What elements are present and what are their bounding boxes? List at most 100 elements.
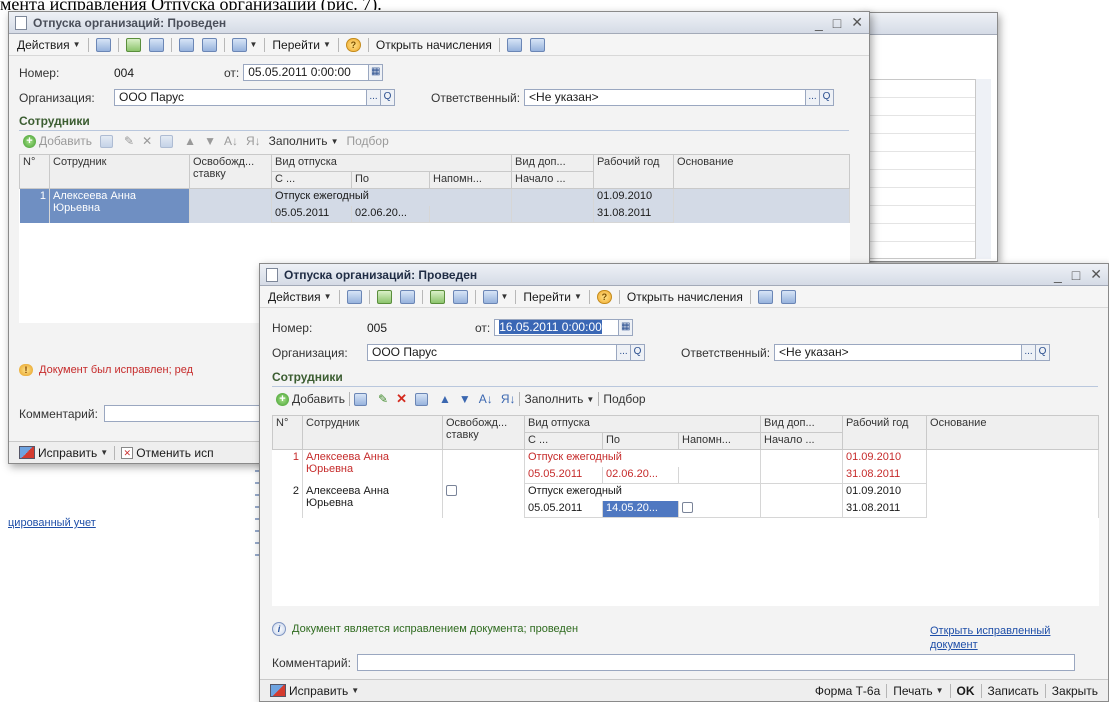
ok-button[interactable]: OK bbox=[951, 684, 981, 698]
based-on-button[interactable] bbox=[175, 37, 198, 53]
close-form-button[interactable]: Закрыть bbox=[1046, 684, 1104, 698]
delete-row-button[interactable]: ✕ bbox=[138, 134, 156, 148]
row-year-start[interactable]: 01.09.2010 bbox=[593, 188, 675, 206]
organization-field[interactable]: ООО Парус bbox=[367, 344, 617, 361]
goto-menu[interactable]: Перейти ▼ bbox=[268, 37, 334, 53]
table-row[interactable]: 2 Алексеева Анна Юрьевна Отпуск ежегодны… bbox=[272, 483, 1100, 518]
calendar-icon[interactable]: ▦ bbox=[619, 319, 634, 336]
number-field[interactable]: 004 bbox=[114, 66, 224, 80]
pick-button[interactable]: Подбор bbox=[599, 392, 649, 406]
release-checkbox[interactable] bbox=[446, 485, 457, 497]
row-employee[interactable]: Алексеева Анна Юрьевна bbox=[302, 449, 443, 484]
select-button[interactable]: ... bbox=[367, 89, 381, 106]
column-header-basis[interactable]: Основание bbox=[673, 154, 851, 189]
edit-row-button[interactable]: ✎ bbox=[120, 134, 138, 148]
column-header-release[interactable]: Освобожд... ставку bbox=[442, 415, 525, 450]
row-to[interactable]: 02.06.20... bbox=[351, 205, 430, 223]
remind-checkbox[interactable] bbox=[682, 502, 693, 514]
row-extra[interactable] bbox=[760, 449, 844, 467]
minimize-button[interactable]: _ bbox=[1054, 267, 1062, 283]
row-year-end[interactable]: 31.08.2011 bbox=[842, 466, 928, 484]
pick-button[interactable]: Подбор bbox=[342, 134, 392, 148]
row-vacation-type[interactable]: Отпуск ежегодный bbox=[524, 483, 762, 501]
row-release[interactable] bbox=[442, 449, 525, 484]
row-extra-start[interactable] bbox=[760, 500, 844, 518]
comment-field[interactable] bbox=[356, 654, 1075, 671]
search-icon[interactable]: Q bbox=[820, 89, 835, 106]
structure-button[interactable] bbox=[449, 289, 472, 305]
help-button[interactable]: ? bbox=[593, 289, 616, 305]
calendar-icon[interactable]: ▦ bbox=[369, 64, 384, 81]
list-settings-button[interactable] bbox=[777, 289, 800, 305]
organization-field[interactable]: ООО Парус bbox=[114, 89, 367, 106]
column-header-basis[interactable]: Основание bbox=[926, 415, 1100, 450]
row-employee[interactable]: Алексеева Анна Юрьевна bbox=[302, 483, 443, 518]
end-edit-button[interactable] bbox=[411, 392, 435, 406]
responsible-field[interactable]: <Не указан> bbox=[774, 344, 1023, 361]
column-header-remind[interactable]: Напомн... bbox=[428, 171, 513, 189]
date-field[interactable]: 05.05.2011 0:00:00 bbox=[243, 64, 370, 81]
column-header-from[interactable]: С ... bbox=[271, 171, 352, 189]
close-button[interactable]: ✕ bbox=[1090, 266, 1102, 283]
row-extra-start[interactable] bbox=[511, 205, 595, 223]
row-from[interactable]: 05.05.2011 bbox=[524, 466, 603, 484]
sort-desc-button[interactable]: Я↓ bbox=[497, 392, 520, 406]
row-from[interactable]: 05.05.2011 bbox=[524, 500, 603, 518]
open-accruals-button[interactable]: Открыть начисления bbox=[623, 289, 747, 305]
row-year-start[interactable]: 01.09.2010 bbox=[842, 483, 928, 501]
refresh-button[interactable] bbox=[145, 37, 168, 53]
movements-button[interactable]: ▼ bbox=[479, 289, 513, 305]
select-button[interactable]: ... bbox=[806, 89, 821, 106]
row-employee[interactable]: Алексеева Анна Юрьевна bbox=[49, 188, 190, 223]
row-from[interactable]: 05.05.2011 bbox=[271, 205, 352, 223]
fill-menu[interactable]: Заполнить ▼ bbox=[520, 392, 598, 406]
based-on-button[interactable] bbox=[426, 289, 449, 305]
save-button[interactable]: Записать bbox=[982, 684, 1045, 698]
move-down-button[interactable]: ▼ bbox=[455, 392, 475, 406]
row-to[interactable]: 14.05.20... bbox=[602, 500, 679, 518]
actions-menu[interactable]: Действия ▼ bbox=[13, 37, 85, 53]
table-row[interactable]: 1 Алексеева Анна Юрьевна Отпуск ежегодны… bbox=[19, 188, 851, 223]
structure-button[interactable] bbox=[198, 37, 221, 53]
column-header-work-year[interactable]: Рабочий год bbox=[593, 154, 675, 189]
background-scrollbar[interactable] bbox=[975, 79, 991, 259]
end-edit-button[interactable] bbox=[156, 134, 180, 148]
row-extra[interactable] bbox=[511, 188, 595, 206]
row-release[interactable] bbox=[442, 483, 525, 518]
fill-menu[interactable]: Заполнить ▼ bbox=[265, 134, 343, 148]
number-field[interactable]: 005 bbox=[367, 321, 475, 335]
add-row-button[interactable]: + Добавить bbox=[19, 134, 96, 148]
column-header-work-year[interactable]: Рабочий год bbox=[842, 415, 928, 450]
post-button[interactable] bbox=[373, 289, 396, 305]
open-fixed-document-link[interactable]: Открыть исправленный документ bbox=[930, 624, 1100, 652]
responsible-field[interactable]: <Не указан> bbox=[524, 89, 807, 106]
post-button[interactable] bbox=[122, 37, 145, 53]
search-icon[interactable]: Q bbox=[631, 344, 645, 361]
column-header-number[interactable]: N° bbox=[272, 415, 303, 450]
row-year-end[interactable]: 31.08.2011 bbox=[593, 205, 675, 223]
column-header-employee[interactable]: Сотрудник bbox=[302, 415, 443, 450]
cancel-fix-button[interactable]: ✕ Отменить исп bbox=[115, 446, 219, 460]
close-button[interactable]: ✕ bbox=[851, 14, 863, 31]
row-remind[interactable] bbox=[429, 205, 513, 223]
post-close-button[interactable] bbox=[343, 289, 366, 305]
column-header-extra[interactable]: Вид доп... bbox=[760, 415, 844, 433]
column-header-vacation-type[interactable]: Вид отпуска bbox=[270, 154, 513, 172]
goto-menu[interactable]: Перейти ▼ bbox=[519, 289, 585, 305]
column-header-release[interactable]: Освобожд... ставку bbox=[189, 154, 272, 189]
columns-button[interactable] bbox=[754, 289, 777, 305]
column-header-extra-start[interactable]: Начало ... bbox=[511, 171, 595, 189]
search-icon[interactable]: Q bbox=[1036, 344, 1051, 361]
row-basis[interactable] bbox=[673, 188, 851, 223]
column-header-from[interactable]: С ... bbox=[524, 432, 603, 450]
help-button[interactable]: ? bbox=[342, 37, 365, 53]
row-year-start[interactable]: 01.09.2010 bbox=[842, 449, 928, 467]
open-accruals-button[interactable]: Открыть начисления bbox=[372, 37, 496, 53]
column-header-employee[interactable]: Сотрудник bbox=[49, 154, 190, 189]
print-menu[interactable]: Печать ▼ bbox=[887, 684, 949, 698]
sort-asc-button[interactable]: A↓ bbox=[220, 134, 242, 148]
row-remind[interactable] bbox=[678, 500, 762, 518]
refresh-button[interactable] bbox=[396, 289, 419, 305]
row-year-end[interactable]: 31.08.2011 bbox=[842, 500, 928, 518]
column-header-number[interactable]: N° bbox=[19, 154, 50, 189]
